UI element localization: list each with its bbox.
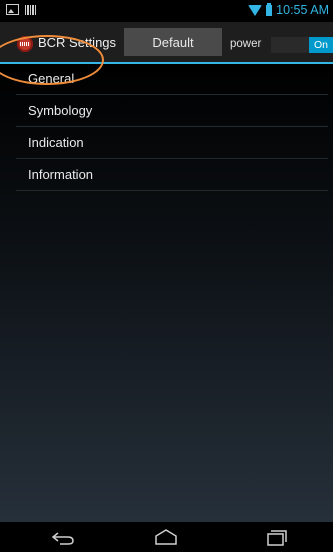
back-icon[interactable] [50, 528, 76, 546]
barcode-icon [25, 4, 37, 15]
status-clock: 10:55 AM [276, 3, 329, 17]
power-toggle-on: On [309, 37, 333, 53]
menu-item-label: General [28, 71, 75, 86]
barcode-reader-app-icon[interactable] [17, 36, 33, 52]
menu-item-label: Indication [28, 135, 84, 150]
wifi-icon [248, 4, 263, 16]
action-bar: BCR Settings Default power On [0, 22, 333, 64]
menu-item-label: Symbology [28, 103, 93, 118]
power-label: power [230, 38, 262, 50]
status-system-icons: 10:55 AM [248, 2, 329, 17]
image-icon [6, 4, 19, 15]
battery-icon [266, 2, 273, 16]
menu-item-indication[interactable]: Indication [16, 128, 328, 159]
navigation-bar [0, 522, 333, 552]
menu-item-label: Information [28, 167, 94, 182]
power-toggle[interactable]: On [271, 37, 333, 53]
settings-list: General Symbology Indication Information [0, 64, 333, 522]
menu-item-information[interactable]: Information [16, 160, 328, 191]
app-title: BCR Settings [38, 35, 117, 50]
default-button[interactable]: Default [124, 28, 222, 56]
android-screen: 10:55 AM BCR Settings Default power On G… [0, 0, 333, 552]
status-notifications [6, 4, 37, 15]
home-icon[interactable] [153, 528, 179, 546]
menu-item-symbology[interactable]: Symbology [16, 96, 328, 127]
menu-item-general[interactable]: General [16, 64, 328, 95]
recents-icon[interactable] [263, 528, 289, 546]
status-bar: 10:55 AM [0, 0, 333, 22]
